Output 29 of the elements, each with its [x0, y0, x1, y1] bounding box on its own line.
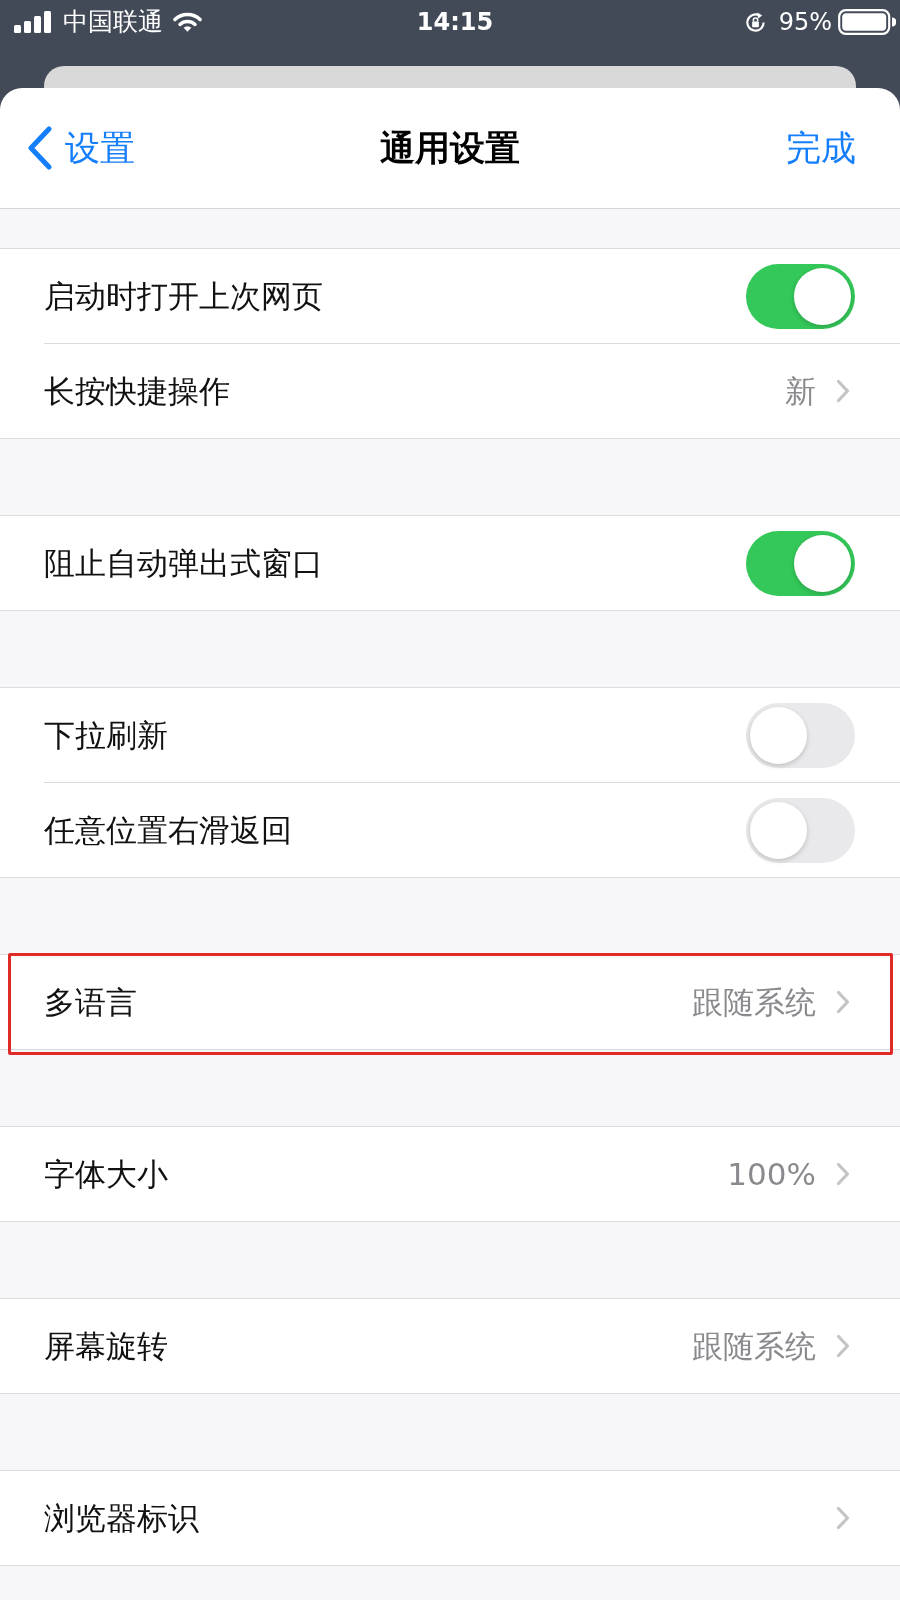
setting-value: 新 — [785, 372, 816, 411]
setting-label: 启动时打开上次网页 — [44, 277, 324, 316]
setting-label[interactable]: 多语言 — [44, 982, 692, 1022]
chevron-right-icon[interactable] — [836, 1506, 850, 1530]
wifi-icon — [173, 11, 202, 33]
setting-label[interactable]: 浏览器标识 — [44, 1498, 836, 1538]
chevron-right-icon[interactable] — [836, 990, 850, 1014]
rotation-lock-icon — [743, 10, 767, 34]
setting-label: 阻止自动弹出式窗口 — [44, 544, 324, 583]
page-title: 通用设置 — [380, 127, 520, 170]
battery-percent: 95% — [778, 7, 832, 37]
setting-label: 下拉刷新 — [44, 716, 169, 755]
chevron-right-icon[interactable] — [836, 379, 850, 403]
chevron-right-icon[interactable] — [836, 1162, 850, 1186]
chevron-right-icon[interactable] — [836, 1334, 850, 1358]
back-button[interactable]: 设置 — [27, 126, 135, 170]
setting-label: 任意位置右滑返回 — [44, 811, 293, 850]
chevron-left-icon — [27, 126, 53, 170]
clock-time: 14:15 — [416, 7, 494, 37]
setting-value: 跟随系统 — [692, 983, 816, 1022]
setting-value: 跟随系统 — [692, 1327, 816, 1366]
setting-value: 100% — [727, 1155, 816, 1194]
setting-label[interactable]: 屏幕旋转 — [44, 1326, 692, 1366]
done-button[interactable]: 完成 — [786, 126, 856, 170]
setting-label[interactable]: 长按快捷操作 — [44, 371, 785, 411]
carrier-name: 中国联通 — [63, 7, 163, 37]
signal-bars-icon — [14, 11, 51, 33]
battery-icon — [838, 9, 896, 35]
setting-label[interactable]: 字体大小 — [44, 1154, 728, 1194]
